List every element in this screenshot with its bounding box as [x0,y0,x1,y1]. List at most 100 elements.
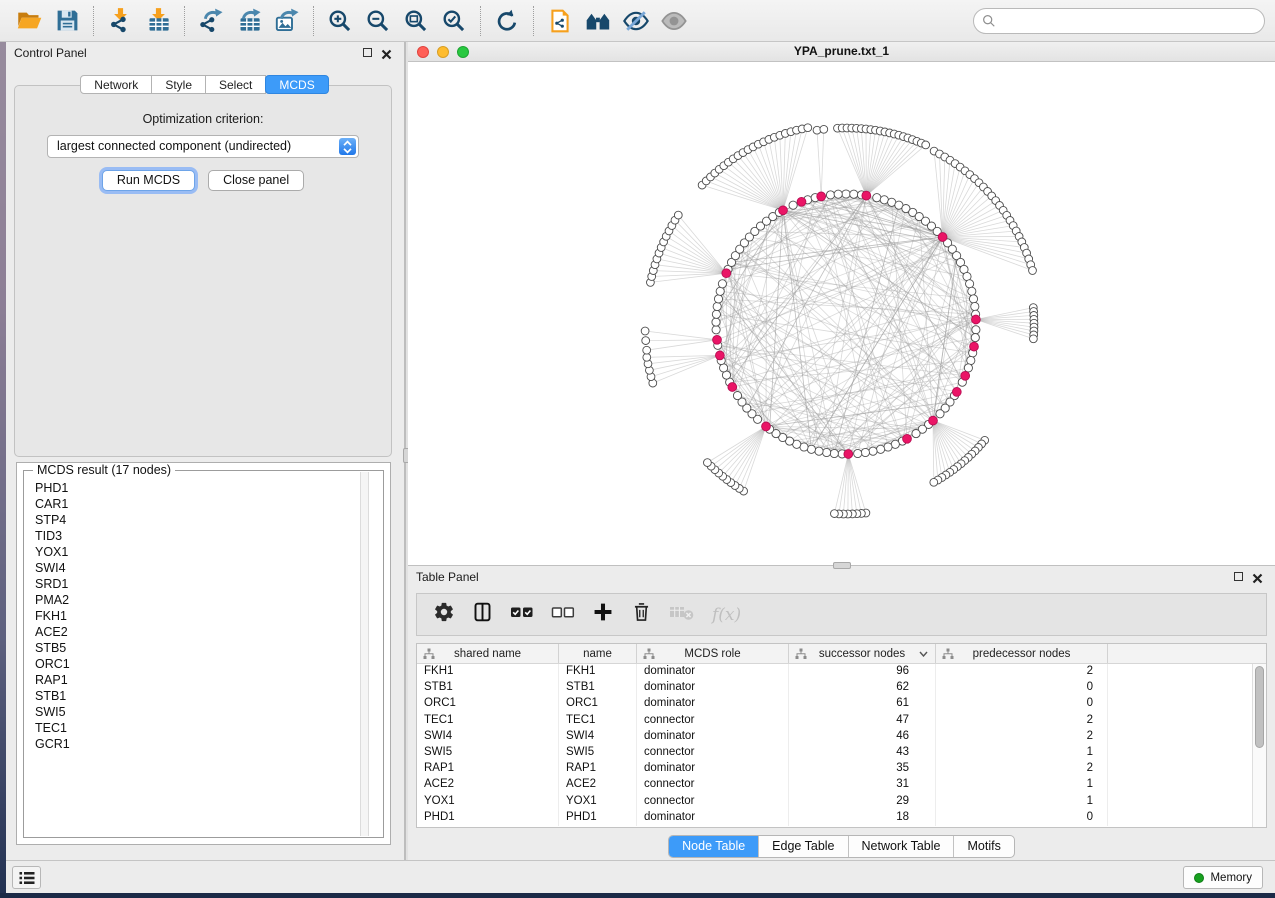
tab-node-table[interactable]: Node Table [669,836,758,857]
import-table-button[interactable] [139,4,177,38]
tab-mcds[interactable]: MCDS [265,75,328,94]
table-cell[interactable]: ORC1 [559,696,637,712]
column-header-successor-nodes[interactable]: successor nodes [789,644,936,663]
table-cell[interactable]: dominator [637,729,789,745]
hide-panel-eye-button[interactable] [617,4,655,38]
network-graph[interactable] [408,62,1275,565]
table-cell[interactable]: 1 [936,745,1108,761]
delete-column-button[interactable] [631,601,652,628]
mcds-result-item[interactable]: PHD1 [35,480,383,496]
add-column-button[interactable] [592,601,614,628]
mcds-result-item[interactable]: RAP1 [35,672,383,688]
table-cell[interactable]: 31 [789,777,936,793]
tab-network[interactable]: Network [80,75,152,94]
table-cell[interactable]: connector [637,794,789,810]
mcds-result-item[interactable]: SWI4 [35,560,383,576]
toggle-columns-button[interactable] [472,601,493,628]
deselect-all-rows-button[interactable] [551,603,575,626]
table-cell[interactable]: STB1 [417,680,559,696]
table-cell[interactable]: 0 [936,696,1108,712]
table-cell[interactable]: 2 [936,761,1108,777]
zoom-selected-button[interactable] [435,4,473,38]
table-cell[interactable]: 43 [789,745,936,761]
import-network-button[interactable] [101,4,139,38]
tab-edge-table[interactable]: Edge Table [758,836,847,857]
table-cell[interactable]: TEC1 [417,713,559,729]
minimize-window-icon[interactable] [437,46,449,58]
table-cell[interactable]: connector [637,713,789,729]
table-settings-button[interactable] [433,601,455,628]
float-panel-icon[interactable] [363,48,372,57]
search-input[interactable] [973,8,1265,34]
table-row[interactable]: ACE2ACE2connector311 [417,777,1252,793]
open-session-button[interactable] [10,4,48,38]
table-cell[interactable]: FKH1 [559,664,637,680]
table-cell[interactable]: 47 [789,713,936,729]
table-row[interactable]: ORC1ORC1dominator610 [417,696,1252,712]
mcds-result-item[interactable]: TEC1 [35,720,383,736]
column-header-shared-name[interactable]: shared name [417,644,559,663]
table-float-icon[interactable] [1234,572,1243,581]
mcds-result-item[interactable]: ORC1 [35,656,383,672]
mcds-result-item[interactable]: SWI5 [35,704,383,720]
mcds-result-item[interactable]: TID3 [35,528,383,544]
mcds-result-item[interactable]: PMA2 [35,592,383,608]
criterion-dropdown[interactable]: largest connected component (undirected) [47,135,359,158]
table-cell[interactable]: 18 [789,810,936,826]
maximize-window-icon[interactable] [457,46,469,58]
mcds-result-item[interactable]: STP4 [35,512,383,528]
table-row[interactable]: SWI4SWI4dominator462 [417,729,1252,745]
table-row[interactable]: RAP1RAP1dominator352 [417,761,1252,777]
table-cell[interactable]: dominator [637,810,789,826]
table-cell[interactable]: PHD1 [559,810,637,826]
table-cell[interactable]: RAP1 [417,761,559,777]
table-close-icon[interactable] [1252,571,1263,582]
table-cell[interactable]: FKH1 [417,664,559,680]
task-history-button[interactable] [12,866,41,889]
tab-select[interactable]: Select [205,75,266,94]
table-cell[interactable]: ACE2 [417,777,559,793]
zoom-fit-button[interactable] [397,4,435,38]
run-mcds-button[interactable]: Run MCDS [102,170,195,191]
save-session-button[interactable] [48,4,86,38]
table-cell[interactable]: YOX1 [417,794,559,810]
column-header-MCDS-role[interactable]: MCDS role [637,644,789,663]
export-table-button[interactable] [230,4,268,38]
table-cell[interactable]: TEC1 [559,713,637,729]
table-cell[interactable]: 1 [936,777,1108,793]
search-network-button[interactable] [579,4,617,38]
mcds-result-item[interactable]: CAR1 [35,496,383,512]
table-cell[interactable]: SWI4 [417,729,559,745]
mcds-result-item[interactable]: STB1 [35,688,383,704]
table-cell[interactable]: 0 [936,680,1108,696]
table-cell[interactable]: ACE2 [559,777,637,793]
table-row[interactable]: SWI5SWI5connector431 [417,745,1252,761]
mcds-result-item[interactable]: ACE2 [35,624,383,640]
table-scrollbar[interactable] [1252,664,1266,827]
table-cell[interactable]: SWI5 [559,745,637,761]
share-network-document-button[interactable] [541,4,579,38]
close-panel-icon[interactable] [381,47,392,58]
network-view-canvas[interactable] [408,62,1275,565]
export-image-button[interactable] [268,4,306,38]
result-list-scrollbar[interactable] [360,472,369,836]
table-cell[interactable]: connector [637,777,789,793]
table-cell[interactable]: 46 [789,729,936,745]
refresh-layout-button[interactable] [488,4,526,38]
table-cell[interactable]: 62 [789,680,936,696]
table-scrollbar-thumb[interactable] [1255,666,1264,748]
table-row[interactable]: YOX1YOX1connector291 [417,794,1252,810]
mcds-result-item[interactable]: STB5 [35,640,383,656]
column-header-name[interactable]: name [559,644,637,663]
select-all-rows-button[interactable] [510,603,534,626]
table-cell[interactable]: 29 [789,794,936,810]
zoom-in-button[interactable] [321,4,359,38]
table-cell[interactable]: PHD1 [417,810,559,826]
tab-style[interactable]: Style [151,75,206,94]
mcds-result-item[interactable]: YOX1 [35,544,383,560]
mcds-result-item[interactable]: FKH1 [35,608,383,624]
table-row[interactable]: PHD1PHD1dominator180 [417,810,1252,826]
mcds-result-item[interactable]: SRD1 [35,576,383,592]
table-cell[interactable]: 2 [936,664,1108,680]
table-cell[interactable]: 1 [936,794,1108,810]
